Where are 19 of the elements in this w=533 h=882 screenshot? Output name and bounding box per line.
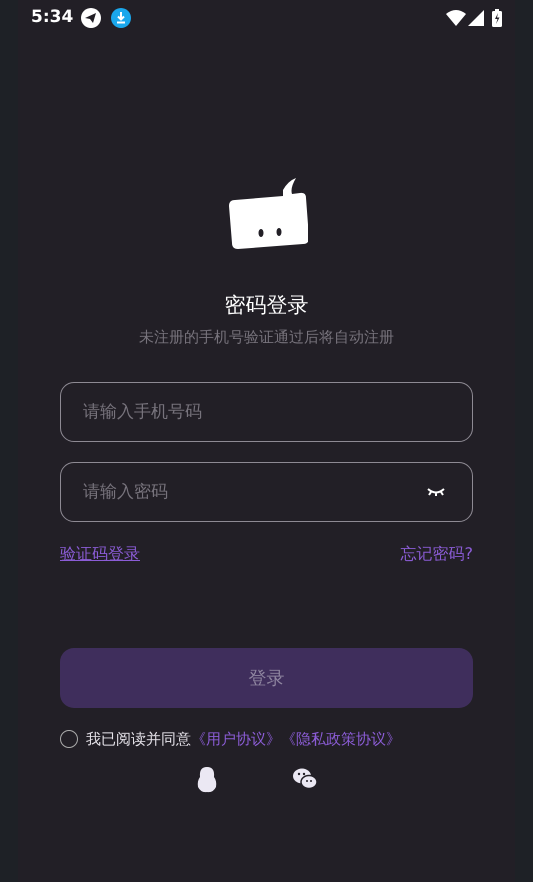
status-time: 5:34	[31, 6, 74, 30]
battery-icon	[492, 9, 502, 27]
agreement-link[interactable]: 《隐私政策协议》	[281, 728, 401, 750]
forgot-password-link[interactable]: 忘记密码?	[400, 542, 473, 566]
closed-eye-icon[interactable]	[427, 487, 445, 497]
download-icon	[111, 8, 132, 28]
signal-icon	[468, 10, 484, 26]
agreement-text: 我已阅读并同意	[86, 729, 191, 750]
password-field[interactable]: 请输入密码	[60, 462, 473, 522]
subtitle: 未注册的手机号验证通过后将自动注册	[138, 327, 395, 348]
phone-field[interactable]: 请输入手机号码	[60, 382, 473, 442]
page-title: 密码登录	[224, 292, 310, 319]
penguin-icon[interactable]	[196, 766, 218, 792]
agreement-link[interactable]: 《用户协议》	[191, 728, 281, 750]
agreement-checkbox[interactable]	[60, 730, 78, 748]
telegram-icon	[81, 8, 102, 28]
wifi-icon	[446, 10, 466, 26]
chat-icon[interactable]	[292, 766, 318, 790]
sms-login-link[interactable]: 验证码登录	[60, 542, 140, 566]
